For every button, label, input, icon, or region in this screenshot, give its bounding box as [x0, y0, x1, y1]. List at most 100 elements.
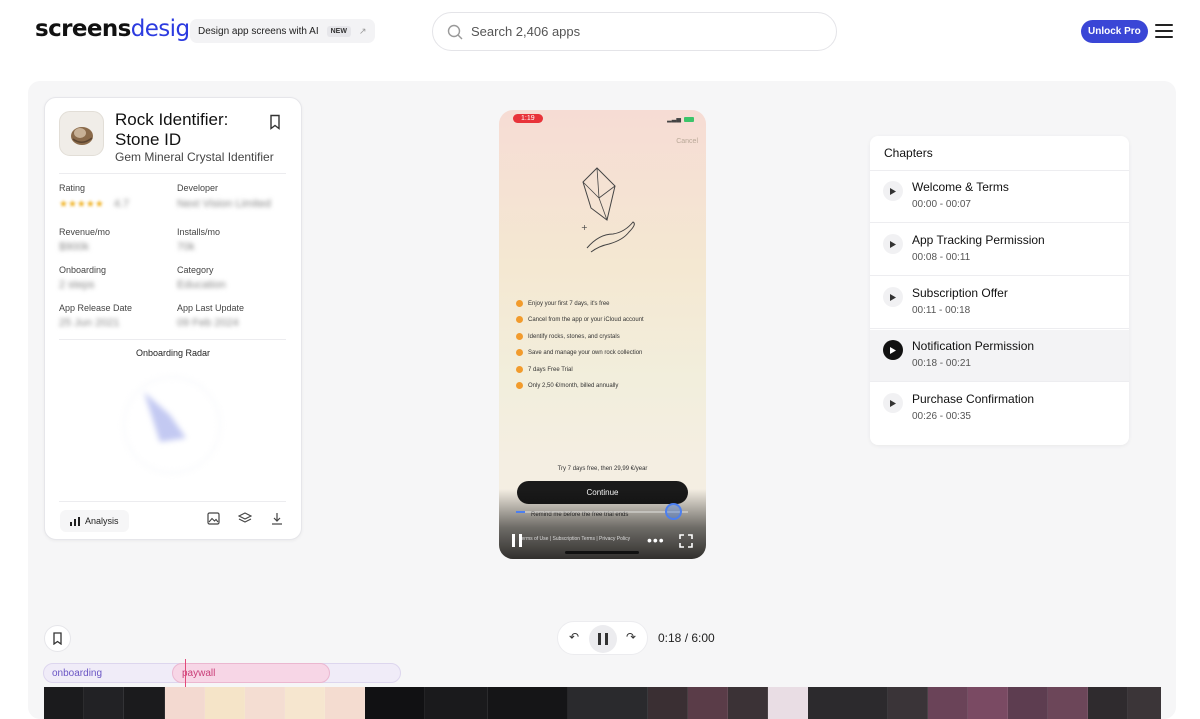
check-icon [516, 316, 523, 323]
thumbnail[interactable] [365, 687, 425, 719]
onboarding-radar-chart [112, 370, 232, 485]
thumbnail[interactable] [1088, 687, 1128, 719]
thumbnail[interactable] [888, 687, 928, 719]
thumbnail[interactable] [728, 687, 768, 719]
check-icon [516, 333, 523, 340]
cancel-link[interactable]: Cancel [676, 138, 698, 145]
thumbnail[interactable] [285, 687, 325, 719]
forward-icon[interactable]: ↷ [626, 630, 636, 644]
play-icon[interactable] [883, 234, 903, 254]
chapter-item[interactable]: Purchase Confirmation 00:26 - 00:35 [870, 383, 1129, 435]
unlock-pro-button[interactable]: Unlock Pro [1081, 20, 1148, 43]
thumbnail[interactable] [488, 687, 568, 719]
thumbnail[interactable] [124, 687, 165, 719]
search-input[interactable] [471, 24, 811, 39]
chapter-item[interactable]: Subscription Offer 00:11 - 00:18 [870, 277, 1129, 329]
search-bar[interactable] [432, 12, 837, 51]
scrubber-handle[interactable] [665, 503, 682, 520]
play-icon[interactable] [883, 393, 903, 413]
chapter-item[interactable]: App Tracking Permission 00:08 - 00:11 [870, 224, 1129, 276]
chapter-item[interactable]: Welcome & Terms 00:00 - 00:07 [870, 171, 1129, 223]
thumbnail[interactable] [648, 687, 688, 719]
chapter-range: 00:11 - 00:18 [912, 305, 971, 316]
play-icon[interactable] [883, 340, 903, 360]
analysis-button[interactable]: Analysis [60, 510, 129, 532]
thumbnail[interactable] [84, 687, 124, 719]
svg-text:+: + [581, 223, 588, 232]
metric-label-category: Category [177, 265, 214, 275]
image-icon[interactable] [207, 512, 220, 530]
video-progress-bar[interactable] [516, 511, 688, 513]
thumbnail[interactable] [325, 687, 365, 719]
rock-logo-icon [70, 126, 93, 145]
trial-text: Try 7 days free, then 29,99 €/year [557, 466, 648, 472]
ai-promo-button[interactable]: Design app screens with AI NEW ↗ [190, 19, 375, 43]
feature-item: Save and manage your own rock collection [516, 349, 642, 356]
bar-chart-icon [70, 516, 80, 526]
phone-video-preview[interactable]: 1:19 ▂▃▅ Cancel + Enjoy your first 7 day… [499, 110, 706, 559]
logo[interactable]: screensdesign [35, 16, 204, 42]
chapter-name: Subscription Offer [912, 286, 1008, 300]
thumbnail[interactable] [768, 687, 808, 719]
chapter-item-active[interactable]: Notification Permission 00:18 - 00:21 [870, 330, 1129, 382]
rewind-icon[interactable]: ↶ [569, 630, 579, 644]
legal-links: Terms of Use | Subscription Terms | Priv… [519, 536, 631, 542]
segment-paywall[interactable]: paywall [172, 663, 330, 683]
metric-value-installs: 70k [177, 241, 195, 253]
thumbnail[interactable] [44, 687, 84, 719]
promo-text: Design app screens with AI [198, 25, 319, 37]
pause-button[interactable] [589, 625, 617, 653]
metric-value-category: Education [177, 279, 226, 291]
check-icon [516, 366, 523, 373]
thumbnail[interactable] [1008, 687, 1048, 719]
chapter-range: 00:08 - 00:11 [912, 252, 971, 263]
thumbnail[interactable] [205, 687, 245, 719]
thumbnail[interactable] [1048, 687, 1088, 719]
thumbnail-timeline[interactable] [44, 687, 1161, 719]
check-icon [516, 300, 523, 307]
save-bookmark-button[interactable] [44, 625, 71, 652]
metric-value-onboarding: 2 steps [59, 279, 95, 291]
layers-icon[interactable] [237, 512, 253, 530]
metric-label-rating: Rating [59, 183, 86, 193]
video-progress-fill [516, 511, 525, 513]
metric-value-developer: Next Vision Limited [177, 198, 271, 210]
thumbnail[interactable] [808, 687, 888, 719]
hamburger-menu-icon[interactable] [1155, 24, 1173, 42]
fullscreen-icon[interactable] [679, 534, 693, 553]
chapter-name: Purchase Confirmation [912, 392, 1035, 406]
more-options-icon[interactable]: ••• [647, 533, 665, 547]
pause-icon[interactable] [512, 534, 522, 552]
metric-label-revenue: Revenue/mo [59, 227, 111, 237]
thumbnail[interactable] [425, 687, 488, 719]
metric-label-onboarding: Onboarding [59, 265, 107, 275]
divider [59, 339, 286, 340]
metric-value-revenue: $900k [59, 241, 89, 253]
chapter-range: 00:00 - 00:07 [912, 199, 971, 210]
thumbnail[interactable] [688, 687, 728, 719]
app-icon[interactable] [59, 111, 104, 156]
segment-onboarding[interactable]: onboarding [43, 663, 173, 683]
thumbnail[interactable] [928, 687, 968, 719]
thumbnail[interactable] [568, 687, 648, 719]
thumbnail[interactable] [245, 687, 285, 719]
thumbnail[interactable] [968, 687, 1008, 719]
chapter-name: Notification Permission [912, 339, 1035, 353]
metric-label-developer: Developer [177, 183, 219, 193]
download-icon[interactable] [271, 512, 283, 530]
search-icon [447, 24, 463, 39]
bookmark-icon[interactable] [268, 114, 282, 135]
playback-controls: ↶ ↷ [557, 621, 648, 655]
onboarding-radar-title: Onboarding Radar [135, 348, 211, 358]
chapter-name: Welcome & Terms [912, 180, 1009, 194]
metric-label-release: App Release Date [59, 303, 133, 313]
feature-item: Identify rocks, stones, and crystals [516, 333, 620, 340]
chapters-panel: Chapters Welcome & Terms 00:00 - 00:07 A… [870, 136, 1129, 445]
metric-value-rating: 4.7 [113, 198, 130, 210]
play-icon[interactable] [883, 181, 903, 201]
rating-stars: ★★★★★ 4.7 [59, 198, 129, 210]
thumbnail[interactable] [165, 687, 205, 719]
feature-item: Only 2,50 €/month, billed annually [516, 382, 618, 389]
thumbnail[interactable] [1128, 687, 1161, 719]
play-icon[interactable] [883, 287, 903, 307]
